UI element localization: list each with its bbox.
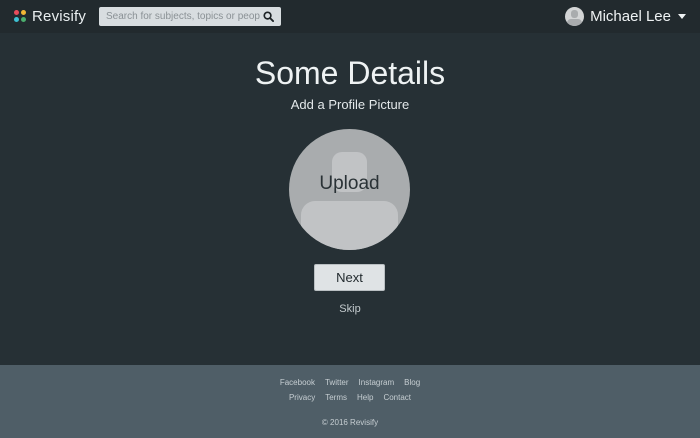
- profile-placeholder-body: [301, 201, 398, 250]
- upload-label[interactable]: Upload: [289, 173, 410, 195]
- profile-picture-upload[interactable]: Upload: [289, 129, 410, 250]
- footer-link-facebook[interactable]: Facebook: [280, 378, 315, 387]
- search-input[interactable]: [99, 8, 260, 25]
- top-navbar: Revisify Michael Lee: [0, 0, 700, 33]
- skip-link[interactable]: Skip: [0, 303, 700, 315]
- footer-link-twitter[interactable]: Twitter: [325, 378, 349, 387]
- logo-dot-blue: [14, 16, 19, 22]
- footer-link-instagram[interactable]: Instagram: [359, 378, 395, 387]
- page-title: Some Details: [254, 55, 446, 91]
- logo-dot-yellow: [21, 9, 26, 15]
- footer-link-terms[interactable]: Terms: [325, 393, 347, 402]
- copyright: © 2016 Revisify: [321, 418, 379, 427]
- search-icon[interactable]: [263, 11, 274, 22]
- footer: Facebook Twitter Instagram Blog Privacy …: [0, 365, 700, 438]
- next-button[interactable]: Next: [314, 264, 385, 291]
- logo-dot-red: [14, 9, 19, 15]
- avatar[interactable]: [565, 7, 585, 26]
- footer-link-blog[interactable]: Blog: [404, 378, 420, 387]
- user-name[interactable]: Michael Lee: [590, 8, 671, 25]
- footer-link-help[interactable]: Help: [357, 393, 373, 402]
- footer-links-info: Privacy Terms Help Contact: [0, 393, 700, 402]
- brand-name[interactable]: Revisify: [32, 8, 86, 25]
- footer-link-contact[interactable]: Contact: [383, 393, 411, 402]
- user-menu[interactable]: Michael Lee: [565, 6, 686, 27]
- main-content: Some Details Add a Profile Picture Uploa…: [0, 33, 700, 365]
- search-box: [99, 7, 281, 26]
- brand[interactable]: Revisify: [14, 8, 86, 25]
- avatar-body: [567, 19, 583, 26]
- avatar-head: [571, 10, 579, 18]
- footer-links-social: Facebook Twitter Instagram Blog: [0, 378, 700, 387]
- logo-dot-green: [21, 16, 26, 22]
- caret-down-icon[interactable]: [678, 14, 686, 19]
- footer-link-privacy[interactable]: Privacy: [289, 393, 315, 402]
- revisify-logo-icon: [14, 9, 27, 23]
- page-subtitle: Add a Profile Picture: [290, 97, 410, 112]
